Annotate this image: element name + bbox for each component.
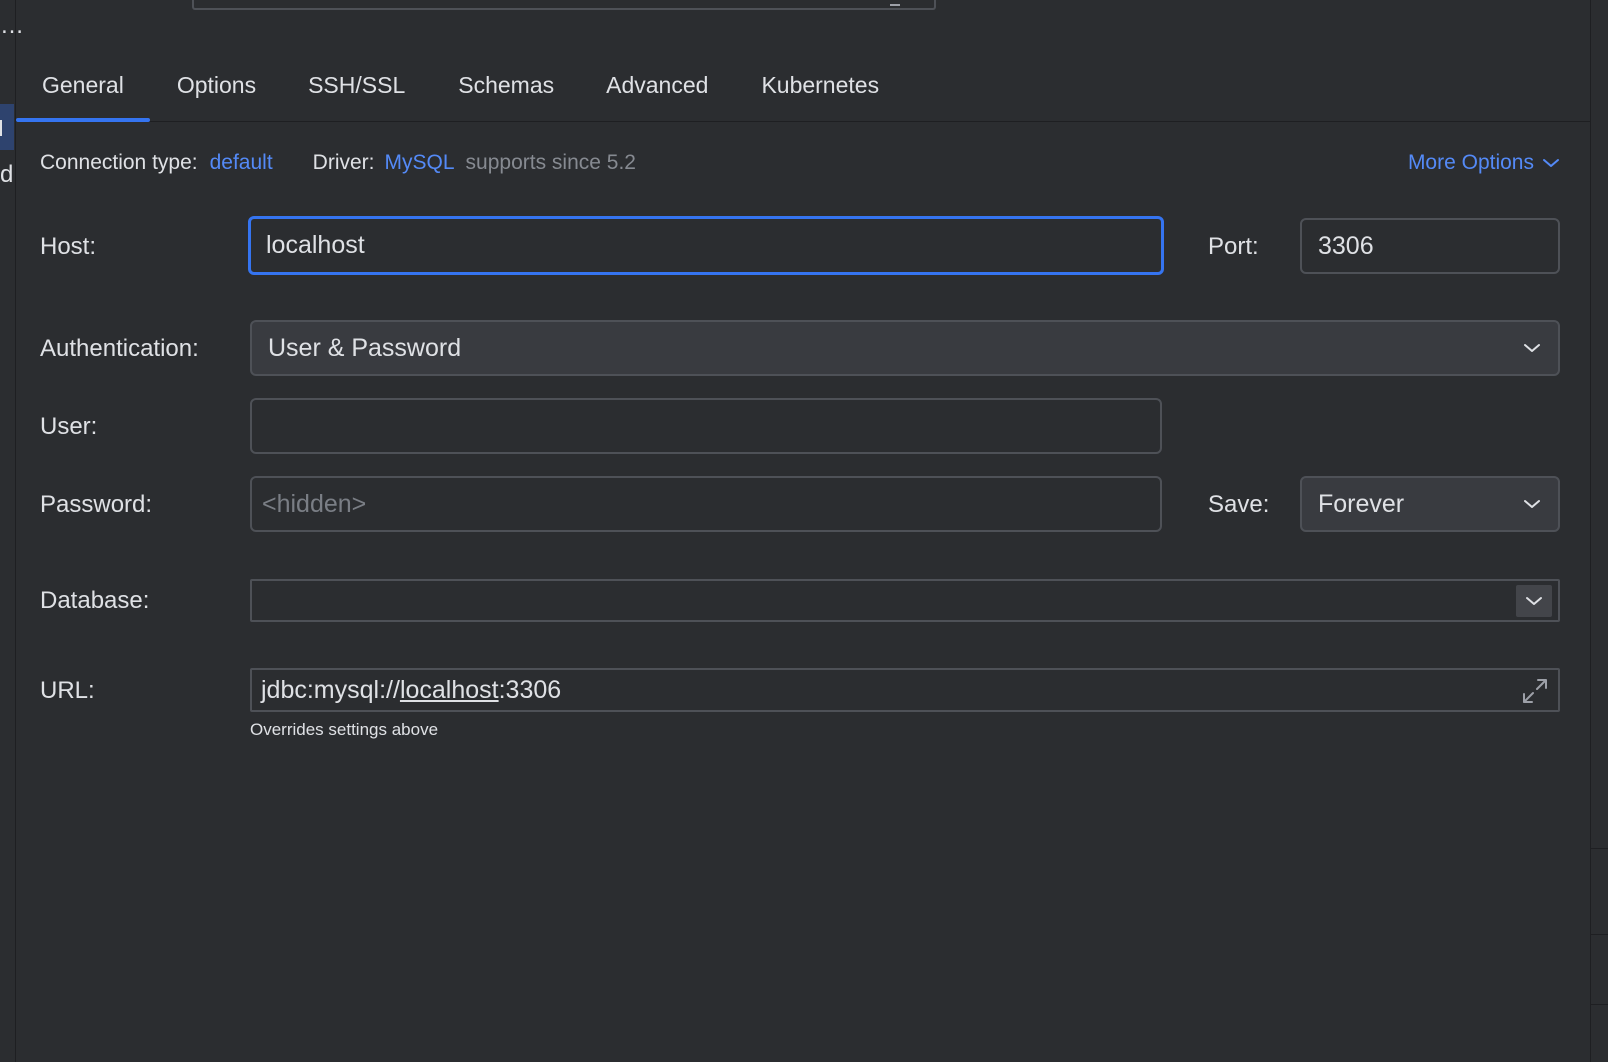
chevron-down-icon (1526, 597, 1542, 605)
connection-type-link[interactable]: default (210, 151, 273, 175)
tab-label: Options (176, 72, 257, 98)
save-value: Forever (1318, 489, 1405, 518)
truncated-item-label[interactable]: d (0, 163, 13, 187)
url-prefix: jdbc:mysql:// (261, 675, 400, 704)
user-label: User: (40, 413, 98, 440)
authentication-label: Authentication: (40, 335, 199, 362)
selected-item-marker[interactable] (0, 104, 14, 150)
port-label: Port: (1208, 233, 1259, 260)
url-hint: Overrides settings above (250, 720, 439, 739)
url-suffix: :3306 (498, 675, 562, 704)
chevron-down-icon (1524, 500, 1540, 508)
database-label: Database: (40, 587, 150, 614)
url-input[interactable]: jdbc:mysql://localhost:3306 (250, 668, 1560, 712)
tab-advanced[interactable]: Advanced (606, 50, 708, 122)
tab-schemas[interactable]: Schemas (458, 50, 554, 122)
password-input[interactable]: <hidden> (250, 476, 1162, 532)
database-combo[interactable] (250, 579, 1560, 622)
tab-ssh-ssl[interactable]: SSH/SSL (308, 50, 405, 122)
more-options-button[interactable]: More Options (1408, 148, 1560, 178)
tab-label: SSH/SSL (308, 72, 406, 98)
connection-type-label: Connection type: (40, 151, 198, 174)
expand-icon[interactable] (1520, 676, 1550, 706)
more-options-label: More Options (1407, 151, 1534, 174)
database-dropdown-button[interactable] (1516, 585, 1552, 617)
divider (1591, 1004, 1608, 1005)
chevron-down-icon (1543, 159, 1559, 167)
tab-general[interactable]: General (16, 50, 150, 122)
driver-label: Driver: (312, 151, 375, 174)
authentication-select[interactable]: User & Password (250, 320, 1560, 376)
left-sidebar-edge: … d (0, 0, 24, 1062)
tab-label: Schemas (458, 72, 555, 98)
tab-options[interactable]: Options (177, 50, 256, 122)
port-input[interactable]: 3306 (1300, 218, 1560, 274)
tab-label: Advanced (606, 72, 709, 98)
password-placeholder: <hidden> (262, 489, 367, 518)
right-sidebar-edge (1590, 0, 1608, 1062)
user-input[interactable] (250, 398, 1162, 454)
url-host: localhost (399, 675, 499, 704)
tab-label: Kubernetes (761, 72, 880, 98)
driver-note: supports since 5.2 (465, 151, 636, 174)
host-input[interactable]: localhost (248, 216, 1164, 275)
divider (1591, 848, 1608, 849)
tab-label: General (42, 72, 124, 98)
host-label: Host: (40, 233, 97, 260)
name-field-edge[interactable] (192, 0, 936, 10)
authentication-value: User & Password (268, 333, 462, 362)
ellipsis-text: … (0, 12, 24, 39)
field-marker (890, 4, 900, 6)
password-label: Password: (40, 491, 153, 518)
divider (1591, 934, 1608, 935)
chevron-down-icon (1524, 344, 1540, 352)
tab-kubernetes[interactable]: Kubernetes (761, 50, 879, 122)
url-label: URL: (40, 677, 95, 704)
save-label: Save: (1208, 491, 1270, 518)
driver-link[interactable]: MySQL (385, 151, 455, 175)
url-value: jdbc:mysql://localhost:3306 (261, 676, 561, 705)
host-value: localhost (266, 231, 365, 259)
connection-info-row: Connection type: default Driver: MySQL s… (40, 148, 1560, 178)
tab-bar: General Options SSH/SSL Schemas Advanced… (16, 50, 1590, 122)
save-select[interactable]: Forever (1300, 476, 1560, 532)
port-value: 3306 (1318, 231, 1374, 260)
